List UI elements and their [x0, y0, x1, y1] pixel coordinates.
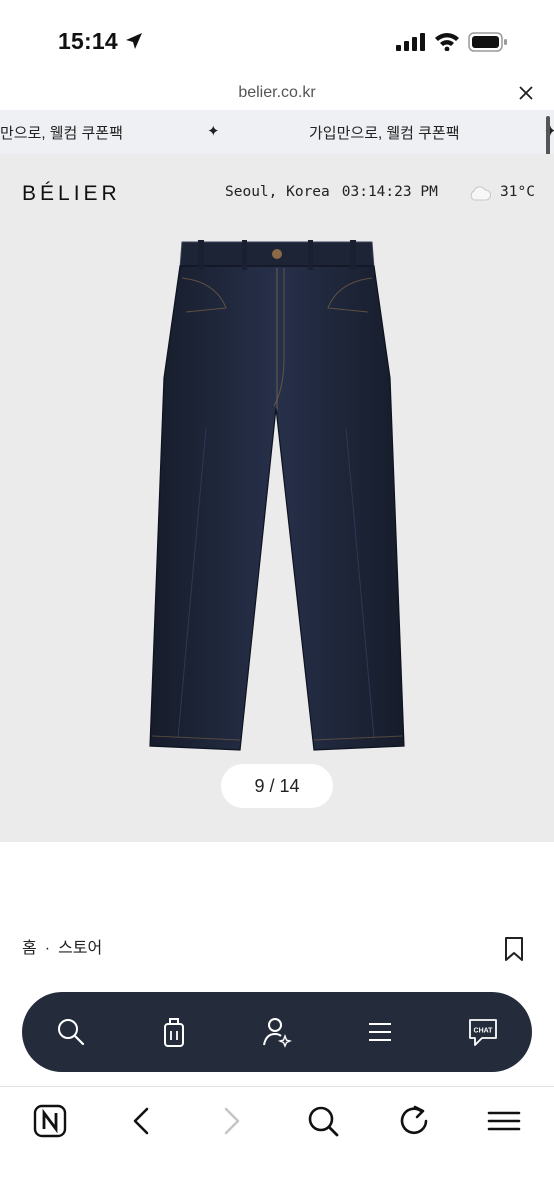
menu-icon[interactable] [365, 1016, 395, 1048]
search-icon[interactable] [56, 1016, 86, 1048]
banner-separator-icon: ✦ [207, 123, 220, 140]
browser-toolbar [0, 1086, 554, 1200]
gallery-pager: 9 / 14 [221, 764, 333, 808]
floating-nav-bar: CHAT [22, 992, 532, 1072]
location-arrow-icon [126, 33, 142, 49]
location-text: Seoul, Korea [225, 184, 330, 200]
status-time: 15:14 [58, 28, 118, 54]
bookmark-icon[interactable] [504, 936, 524, 962]
wifi-icon [435, 33, 459, 51]
location-clock: Seoul, Korea 03:14:23 PM [225, 184, 438, 200]
clock-text: 03:14:23 PM [341, 184, 438, 200]
breadcrumb-separator: · [44, 940, 51, 957]
cellular-signal-icon [396, 33, 425, 51]
cloud-icon [470, 186, 492, 201]
bag-icon[interactable] [159, 1016, 189, 1048]
breadcrumb-home[interactable]: 홈 [22, 940, 37, 957]
temperature-text: 31°C [500, 184, 535, 200]
forward-icon [224, 1107, 240, 1135]
product-image-jeans[interactable] [146, 238, 408, 754]
breadcrumb: 홈 · 스토어 [22, 934, 102, 958]
user-sparkle-icon[interactable] [262, 1016, 292, 1048]
reload-icon[interactable] [396, 1103, 432, 1139]
banner-text-left: 만으로, 웰컴 쿠폰팩 [0, 125, 123, 142]
battery-icon [468, 32, 507, 52]
breadcrumb-store[interactable]: 스토어 [58, 940, 102, 957]
chat-label: CHAT [474, 1028, 494, 1035]
banner-text-right: 가입만으로, 웰컴 쿠폰팩 [309, 125, 460, 142]
url-bar[interactable]: belier.co.kr [0, 80, 554, 110]
status-bar: 15:14 [0, 0, 554, 80]
search-icon[interactable] [305, 1103, 341, 1139]
chat-icon[interactable]: CHAT [468, 1016, 498, 1048]
url-text[interactable]: belier.co.kr [0, 84, 554, 102]
close-icon[interactable] [518, 85, 534, 101]
promo-banner[interactable]: 만으로, 웰컴 쿠폰팩 ✦ 가입만으로, 웰컴 쿠폰팩 ✦ [0, 110, 554, 154]
back-icon[interactable] [123, 1103, 159, 1139]
menu-icon[interactable] [486, 1103, 522, 1139]
naver-n-icon[interactable] [32, 1103, 68, 1139]
brand-logo[interactable]: BÉLIER [22, 182, 121, 206]
product-gallery[interactable]: BÉLIER Seoul, Korea 03:14:23 PM 31°C 9 /… [0, 154, 554, 842]
